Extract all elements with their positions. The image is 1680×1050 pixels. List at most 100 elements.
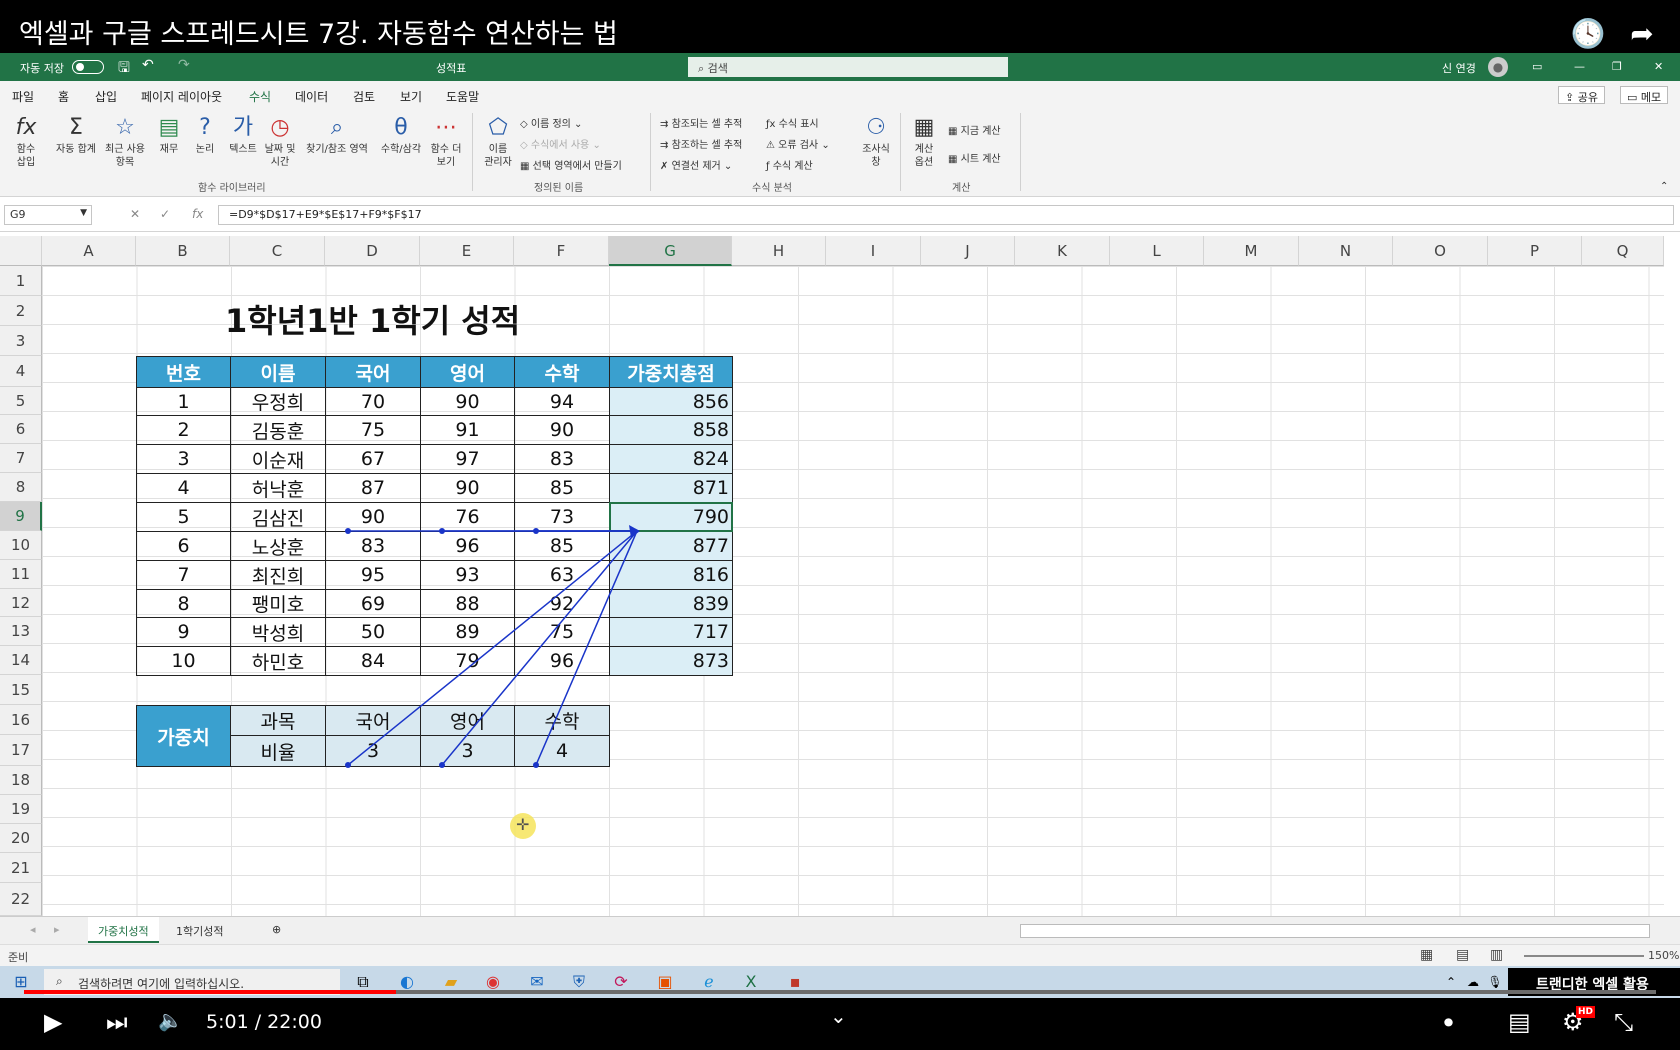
more-functions-button[interactable]: ⋯ 함수 더 보기 [428,115,464,169]
horizontal-scrollbar[interactable] [1020,924,1650,938]
undo-icon[interactable]: ↶ [142,57,154,73]
table-cell[interactable]: 91 [420,415,515,445]
row-header-21[interactable]: 21 [0,853,42,883]
table-cell[interactable]: 70 [325,387,421,416]
sheet-scroll-left-icon[interactable]: ◂ [20,917,46,943]
play-icon[interactable]: ▶ [44,1008,62,1036]
onedrive-icon[interactable]: ☁ [1462,972,1484,992]
next-icon[interactable]: ⏭ [106,1008,128,1036]
table-cell[interactable]: 87 [325,473,421,503]
calc-options-button[interactable]: ▦ 계산 옵션 [906,115,942,169]
row-header-22[interactable]: 22 [0,883,42,916]
collapse-ribbon-icon[interactable]: ⌃ [1660,181,1668,192]
row-header-7[interactable]: 7 [0,444,42,473]
column-header-C[interactable]: C [230,236,325,266]
search-box[interactable]: ⌕ 검색 [688,57,1008,77]
subtitles-icon[interactable]: ▤ [1508,1008,1531,1036]
weights-ratio-cell[interactable]: 3 [420,735,515,767]
formula-input[interactable]: =D9*$D$17+E9*$E$17+F9*$F$17 [218,205,1674,225]
row-header-15[interactable]: 15 [0,675,42,705]
error-check-button[interactable]: ⚠ 오류 검사 ⌄ [766,136,830,151]
table-cell[interactable]: 허낙훈 [230,473,326,503]
row-header-17[interactable]: 17 [0,735,42,766]
table-cell[interactable]: 85 [514,531,610,561]
table-cell[interactable]: 95 [325,560,421,590]
ribbon-display-icon[interactable]: ▭ [1532,60,1542,73]
memo-button[interactable]: ▭ 메모 [1620,86,1669,104]
tab-insert[interactable]: 삽입 [95,88,117,105]
autosave-toggle[interactable] [72,60,104,74]
autoplay-toggle-icon[interactable]: ⏺ [1444,1012,1453,1033]
table-cell[interactable]: 90 [420,387,515,416]
table-cell[interactable]: 우정희 [230,387,326,416]
table-cell[interactable]: 877 [609,531,733,561]
row-header-14[interactable]: 14 [0,646,42,675]
share-icon[interactable]: ➦ [1624,16,1660,52]
table-header-cell[interactable]: 가중치총점 [609,356,733,388]
weights-subject-label[interactable]: 과목 [230,705,326,736]
row-header-18[interactable]: 18 [0,766,42,795]
column-header-E[interactable]: E [420,236,514,266]
table-cell[interactable]: 1 [136,387,231,416]
chevron-down-icon[interactable]: ⌄ [830,1004,847,1028]
tab-view[interactable]: 보기 [400,88,422,105]
row-header-5[interactable]: 5 [0,387,42,415]
math-button[interactable]: θ 수학/삼각 [376,115,426,156]
column-header-K[interactable]: K [1015,236,1110,266]
task-view-icon[interactable]: ⧉ [352,972,374,992]
table-cell[interactable]: 박성희 [230,617,326,647]
table-cell[interactable]: 63 [514,560,610,590]
table-cell[interactable]: 팽미호 [230,589,326,618]
table-cell[interactable]: 90 [420,473,515,503]
row-header-6[interactable]: 6 [0,415,42,444]
trace-dependents-button[interactable]: ⇉ 참조하는 셀 추적 [660,136,742,151]
table-cell[interactable]: 873 [609,646,733,676]
table-cell[interactable]: 73 [514,502,610,532]
sheet-tab-semester[interactable]: 1학기성적 [166,917,233,943]
table-cell[interactable]: 858 [609,415,733,445]
column-header-D[interactable]: D [325,236,420,266]
table-cell[interactable]: 96 [514,646,610,676]
table-cell[interactable]: 76 [420,502,515,532]
column-header-Q[interactable]: Q [1582,236,1664,266]
tab-review[interactable]: 검토 [353,88,375,105]
table-cell[interactable]: 하민호 [230,646,326,676]
sheet-scroll-right-icon[interactable]: ▸ [44,917,70,943]
row-header-12[interactable]: 12 [0,589,42,617]
evaluate-formula-button[interactable]: ƒ 수식 계산 [766,157,813,172]
chrome-icon[interactable]: ◉ [482,972,504,992]
table-cell[interactable]: 이순재 [230,444,326,474]
column-header-A[interactable]: A [42,236,136,266]
table-cell[interactable]: 83 [325,531,421,561]
weights-subject-cell[interactable]: 영어 [420,705,515,736]
table-cell[interactable]: 871 [609,473,733,503]
row-header-3[interactable]: 3 [0,326,42,356]
autosum-button[interactable]: Σ 자동 합계 [52,115,100,156]
financial-button[interactable]: ▤ 재무 [156,115,182,156]
row-header-13[interactable]: 13 [0,617,42,646]
add-sheet-icon[interactable]: ⊕ [262,917,291,943]
table-cell[interactable]: 8 [136,589,231,618]
calc-sheet-button[interactable]: ▦ 시트 계산 [948,150,1001,165]
datetime-button[interactable]: ◷ 날짜 및 시간 [262,115,298,169]
table-header-cell[interactable]: 번호 [136,356,231,388]
table-cell[interactable]: 96 [420,531,515,561]
column-header-H[interactable]: H [732,236,826,266]
row-header-8[interactable]: 8 [0,473,42,502]
zoom-level[interactable]: 150% [1648,949,1679,962]
normal-view-icon[interactable]: ▦ [1420,947,1433,963]
tab-file[interactable]: 파일 [12,88,34,105]
name-manager-button[interactable]: ⬠ 이름 관리자 [480,115,516,169]
enter-icon[interactable]: ✓ [160,207,170,221]
table-cell[interactable]: 2 [136,415,231,445]
table-header-cell[interactable]: 국어 [325,356,421,388]
table-cell[interactable]: 50 [325,617,421,647]
text-button[interactable]: 가 텍스트 [226,115,260,156]
weights-ratio-cell[interactable]: 3 [325,735,421,767]
define-name-button[interactable]: ◇ 이름 정의 ⌄ [520,115,582,130]
row-header-10[interactable]: 10 [0,531,42,560]
table-cell[interactable]: 김삼진 [230,502,326,532]
sheet-tab-weighted[interactable]: 가중치성적 [88,917,159,943]
select-all-corner[interactable] [0,236,42,266]
create-from-selection-button[interactable]: ▦ 선택 영역에서 만들기 [520,157,622,172]
